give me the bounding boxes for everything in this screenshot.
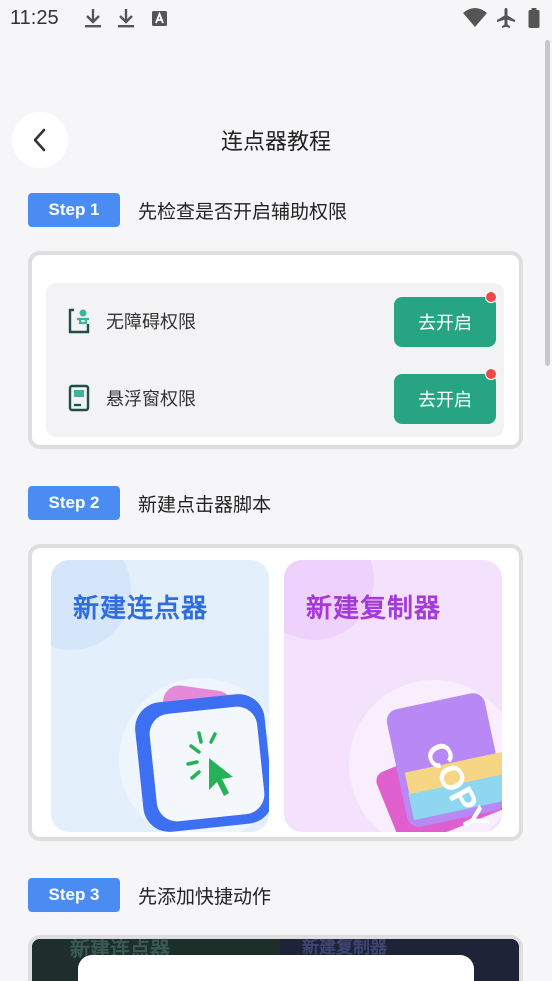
notification-dot	[485, 291, 497, 303]
step-2-row: Step 2 新建点击器脚本	[28, 486, 271, 520]
step-badge: Step 3	[28, 878, 120, 912]
permission-row-accessibility: 无障碍权限 去开启	[46, 291, 504, 351]
step-text: 新建点击器脚本	[138, 493, 272, 516]
scrollbar[interactable]	[545, 40, 550, 366]
step-text: 先添加快捷动作	[138, 885, 272, 908]
status-time: 11:25	[10, 7, 59, 29]
airplane-icon	[497, 8, 515, 28]
permissions-panel: 无障碍权限 去开启 悬浮窗权限 去开启	[46, 283, 504, 437]
permission-row-floating: 悬浮窗权限 去开启	[46, 368, 504, 428]
permission-label: 悬浮窗权限	[106, 389, 196, 410]
battery-icon	[528, 8, 540, 28]
floating-window-icon	[68, 384, 90, 412]
notification-dot	[485, 368, 497, 380]
step-badge: Step 1	[28, 193, 120, 227]
preview-sheet	[78, 955, 474, 981]
card-title: 新建连点器	[73, 594, 209, 624]
quick-action-preview: 新建连点器 新建复制器	[28, 935, 523, 981]
font-a-icon	[152, 11, 167, 26]
open-accessibility-button[interactable]: 去开启	[394, 297, 496, 347]
accessibility-icon	[68, 308, 90, 334]
wifi-icon	[463, 8, 487, 27]
status-bar: 11:25	[0, 0, 552, 38]
step-badge: Step 2	[28, 486, 120, 520]
card-title: 新建复制器	[306, 594, 442, 624]
download-icon	[118, 9, 134, 28]
new-clicker-card[interactable]: 新建连点器	[51, 560, 269, 832]
step-1-row: Step 1 先检查是否开启辅助权限	[28, 193, 347, 227]
permissions-frame: 无障碍权限 去开启 悬浮窗权限 去开启	[28, 251, 523, 449]
permission-label: 无障碍权限	[106, 312, 196, 333]
header: 连点器教程	[0, 110, 552, 168]
open-floating-window-button[interactable]: 去开启	[394, 374, 496, 424]
new-copier-card[interactable]: COPY 新建复制器	[284, 560, 502, 832]
create-script-frame: 新建连点器 COPY 新建复制器	[28, 544, 523, 841]
page-title: 连点器教程	[220, 130, 331, 155]
step-3-row: Step 3 先添加快捷动作	[28, 878, 271, 912]
download-icon	[85, 9, 101, 28]
step-text: 先检查是否开启辅助权限	[138, 200, 348, 223]
